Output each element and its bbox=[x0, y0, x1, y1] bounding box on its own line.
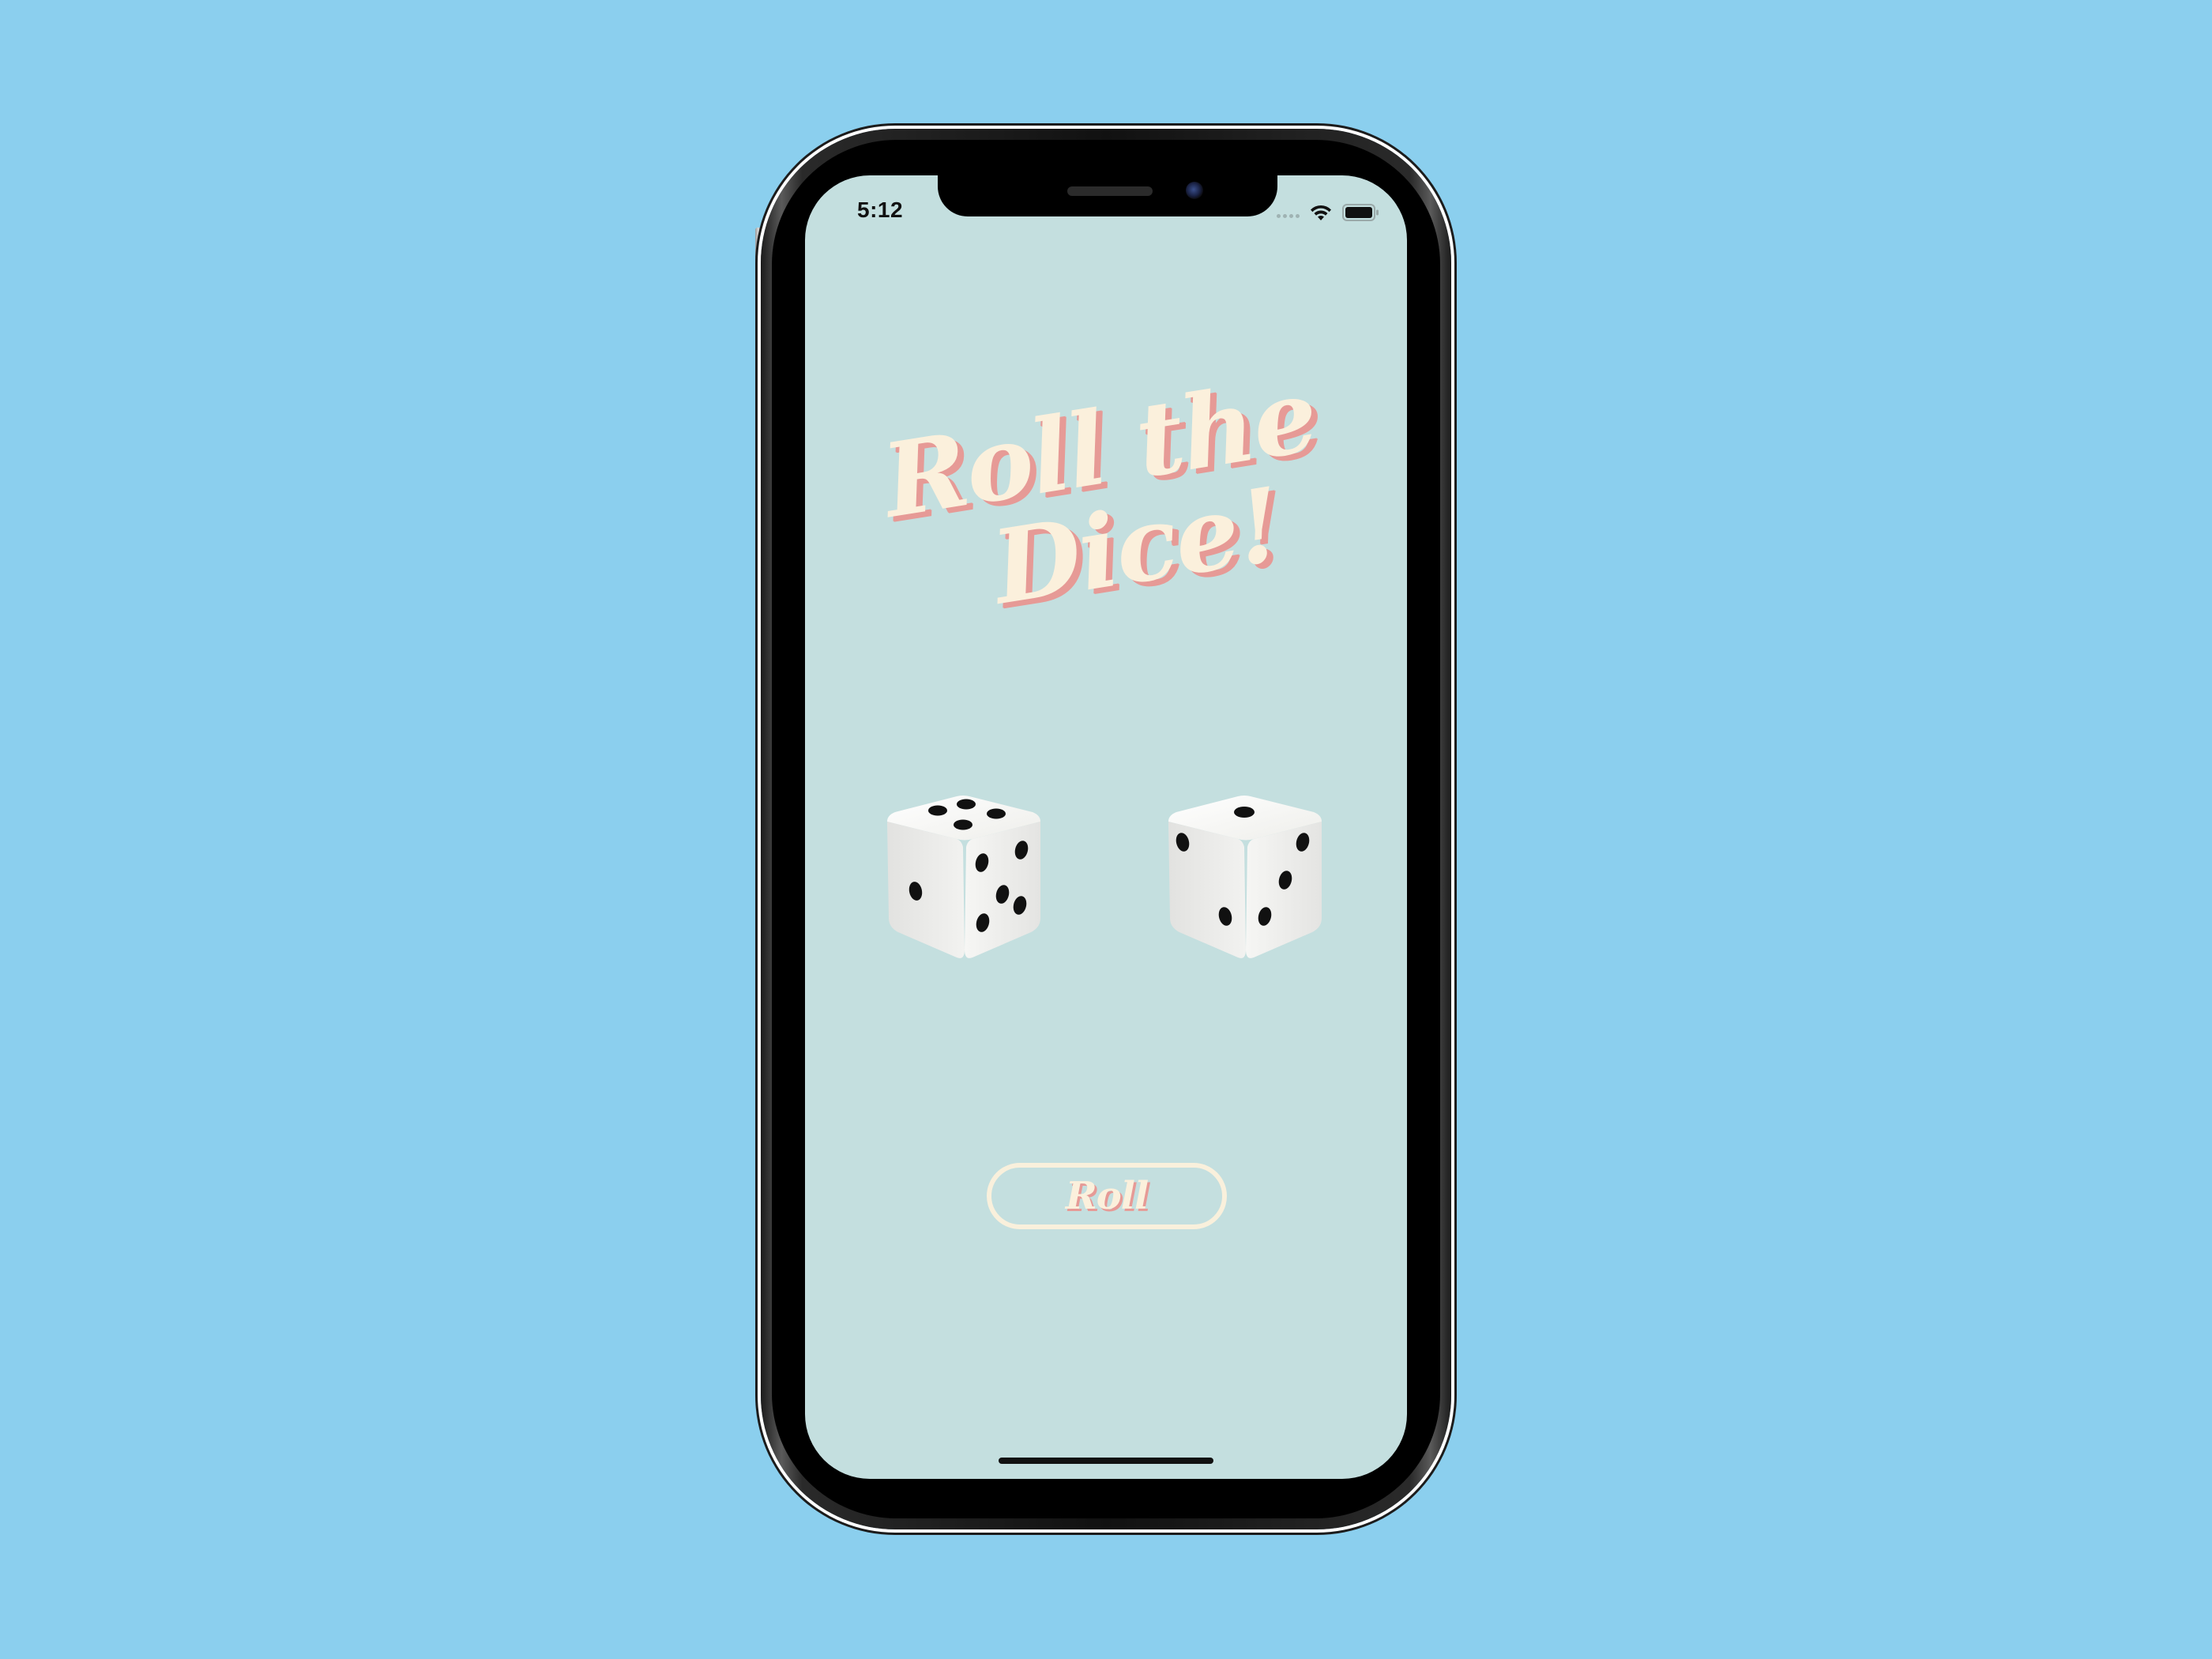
speaker-grille bbox=[1067, 186, 1153, 196]
left-die-icon bbox=[878, 792, 1051, 969]
status-icons bbox=[1277, 201, 1380, 224]
front-camera-icon bbox=[1186, 182, 1203, 199]
power-button bbox=[1450, 362, 1457, 525]
wifi-icon bbox=[1309, 203, 1333, 222]
home-indicator[interactable] bbox=[999, 1458, 1213, 1464]
battery-icon bbox=[1342, 203, 1380, 222]
right-die-icon bbox=[1159, 792, 1333, 969]
signal-dots-icon bbox=[1277, 213, 1300, 218]
roll-button-label: Roll bbox=[1065, 1174, 1149, 1218]
app-title: Roll the Dice! bbox=[875, 356, 1351, 667]
app-screen: 5:12 Roll the Dice! Roll bbox=[805, 175, 1407, 1479]
roll-button[interactable]: Roll bbox=[987, 1163, 1227, 1229]
notch bbox=[938, 175, 1277, 216]
status-time: 5:12 bbox=[857, 198, 904, 222]
